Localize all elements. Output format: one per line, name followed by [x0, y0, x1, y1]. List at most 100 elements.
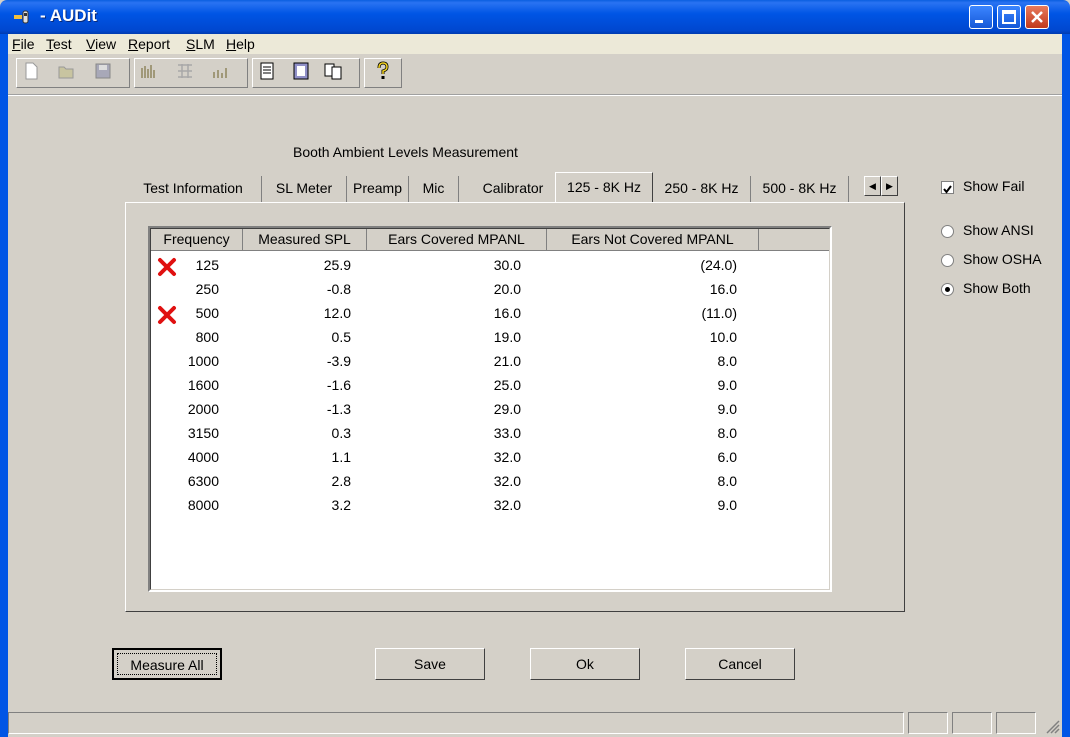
- page-button[interactable]: [256, 60, 278, 82]
- tab-125-8k[interactable]: 125 - 8K Hz: [555, 172, 653, 202]
- grid-button[interactable]: [174, 60, 196, 82]
- show-ansi-label: Show ANSI: [963, 222, 1034, 238]
- radio-selected-dot: [945, 287, 950, 292]
- fail-x-icon: [158, 306, 176, 324]
- maximize-button[interactable]: [997, 5, 1021, 29]
- show-both-radio[interactable]: [941, 283, 954, 296]
- chart-button[interactable]: [210, 60, 232, 82]
- measure-all-button[interactable]: Measure All: [112, 648, 222, 680]
- help-button[interactable]: [372, 60, 394, 82]
- menu-help[interactable]: Help: [226, 36, 255, 52]
- copy-button[interactable]: [322, 60, 344, 82]
- status-pane-main: [8, 712, 904, 734]
- tab-preamp[interactable]: Preamp: [347, 176, 409, 202]
- new-button[interactable]: [20, 60, 42, 82]
- cell-ears-covered: 19.0: [493, 329, 521, 345]
- column-header-ears-not-covered[interactable]: Ears Not Covered MPANL: [547, 229, 759, 251]
- cell-frequency: 125: [195, 257, 219, 273]
- table-row[interactable]: 2000 -1.3 29.0 9.0: [151, 399, 829, 423]
- help-icon: [377, 61, 389, 79]
- cell-ears-not-covered: 9.0: [717, 497, 737, 513]
- cell-measured-spl: 12.0: [323, 305, 351, 321]
- tab-500-8k[interactable]: 500 - 8K Hz: [751, 176, 849, 202]
- cell-ears-covered: 32.0: [493, 473, 521, 489]
- cell-ears-covered: 32.0: [493, 449, 521, 465]
- tab-calibrator[interactable]: Calibrator: [471, 176, 555, 202]
- toolbar: [8, 54, 1062, 95]
- cell-ears-covered: 32.0: [493, 497, 521, 513]
- cell-measured-spl: 25.9: [323, 257, 351, 273]
- show-osha-label: Show OSHA: [963, 251, 1042, 267]
- table-row[interactable]: 1000 -3.9 21.0 8.0: [151, 351, 829, 375]
- cell-ears-covered: 21.0: [493, 353, 521, 369]
- cell-ears-covered: 33.0: [493, 425, 521, 441]
- window-title: - AUDit: [40, 6, 97, 25]
- table-row[interactable]: 6300 2.8 32.0 8.0: [151, 471, 829, 495]
- cell-measured-spl: -1.3: [326, 401, 351, 417]
- copy-icon: [324, 63, 342, 80]
- close-button[interactable]: [1025, 5, 1049, 29]
- menu-report[interactable]: Report: [128, 36, 170, 52]
- arrow-right-icon: ▶: [886, 181, 893, 191]
- cell-frequency: 250: [195, 281, 219, 297]
- ok-button[interactable]: Ok: [530, 648, 640, 680]
- tab-mic[interactable]: Mic: [409, 176, 459, 202]
- tab-scroll-right-button[interactable]: ▶: [881, 176, 898, 196]
- cell-ears-not-covered: 9.0: [717, 377, 737, 393]
- status-pane-3: [996, 712, 1036, 734]
- table-row[interactable]: 8000 3.2 32.0 9.0: [151, 495, 829, 519]
- cell-ears-covered: 30.0: [493, 257, 521, 273]
- save-toolbar-button[interactable]: [92, 60, 114, 82]
- tab-250-8k[interactable]: 250 - 8K Hz: [653, 176, 751, 202]
- column-header-frequency[interactable]: Frequency: [151, 229, 243, 251]
- resize-grip-icon[interactable]: [1044, 718, 1060, 734]
- cell-frequency: 1600: [187, 377, 219, 393]
- page-icon: [260, 62, 274, 80]
- column-header-measured-spl[interactable]: Measured SPL: [243, 229, 367, 251]
- grid-icon: [178, 64, 192, 78]
- bars-icon: [141, 65, 155, 78]
- table-row[interactable]: 250 -0.8 20.0 16.0: [151, 279, 829, 303]
- minimize-button[interactable]: [969, 5, 993, 29]
- menu-view[interactable]: View: [86, 36, 116, 52]
- tab-scroll-left-button[interactable]: ◀: [864, 176, 881, 196]
- cell-measured-spl: -1.6: [326, 377, 351, 393]
- status-pane-1: [908, 712, 948, 734]
- cell-ears-not-covered: (11.0): [701, 305, 737, 321]
- cell-ears-covered: 29.0: [493, 401, 521, 417]
- cell-frequency: 500: [195, 305, 219, 321]
- menu-slm[interactable]: SLM: [186, 36, 215, 52]
- cell-measured-spl: 3.2: [331, 497, 351, 513]
- tab-sl-meter[interactable]: SL Meter: [262, 176, 347, 202]
- tab-test-information[interactable]: Test Information: [125, 176, 262, 202]
- show-fail-checkbox[interactable]: [941, 181, 954, 194]
- table-row[interactable]: 1600 -1.6 25.0 9.0: [151, 375, 829, 399]
- save-button[interactable]: Save: [375, 648, 485, 680]
- cell-frequency: 3150: [187, 425, 219, 441]
- cell-ears-not-covered: 8.0: [717, 353, 737, 369]
- bars-button[interactable]: [138, 60, 160, 82]
- report-icon: [293, 62, 309, 80]
- measurement-table: Frequency Measured SPL Ears Covered MPAN…: [148, 226, 832, 592]
- table-row[interactable]: 800 0.5 19.0 10.0: [151, 327, 829, 351]
- chart-icon: [213, 68, 227, 78]
- cell-ears-not-covered: 16.0: [709, 281, 737, 297]
- menu-test[interactable]: Test: [46, 36, 72, 52]
- window-frame-left: [0, 34, 8, 737]
- open-button[interactable]: [56, 60, 78, 82]
- minimize-icon: [975, 20, 983, 23]
- cell-ears-covered: 20.0: [493, 281, 521, 297]
- show-ansi-radio[interactable]: [941, 225, 954, 238]
- table-row[interactable]: 125 25.9 30.0 (24.0): [151, 255, 829, 279]
- column-header-ears-covered[interactable]: Ears Covered MPANL: [367, 229, 547, 251]
- report-button[interactable]: [290, 60, 312, 82]
- show-fail-label: Show Fail: [963, 178, 1025, 194]
- menu-file[interactable]: File: [12, 36, 35, 52]
- table-row[interactable]: 4000 1.1 32.0 6.0: [151, 447, 829, 471]
- cell-ears-not-covered: 9.0: [717, 401, 737, 417]
- show-osha-radio[interactable]: [941, 254, 954, 267]
- table-row[interactable]: 3150 0.3 33.0 8.0: [151, 423, 829, 447]
- cancel-button[interactable]: Cancel: [685, 648, 795, 680]
- save-icon: [95, 63, 111, 79]
- table-row[interactable]: 500 12.0 16.0 (11.0): [151, 303, 829, 327]
